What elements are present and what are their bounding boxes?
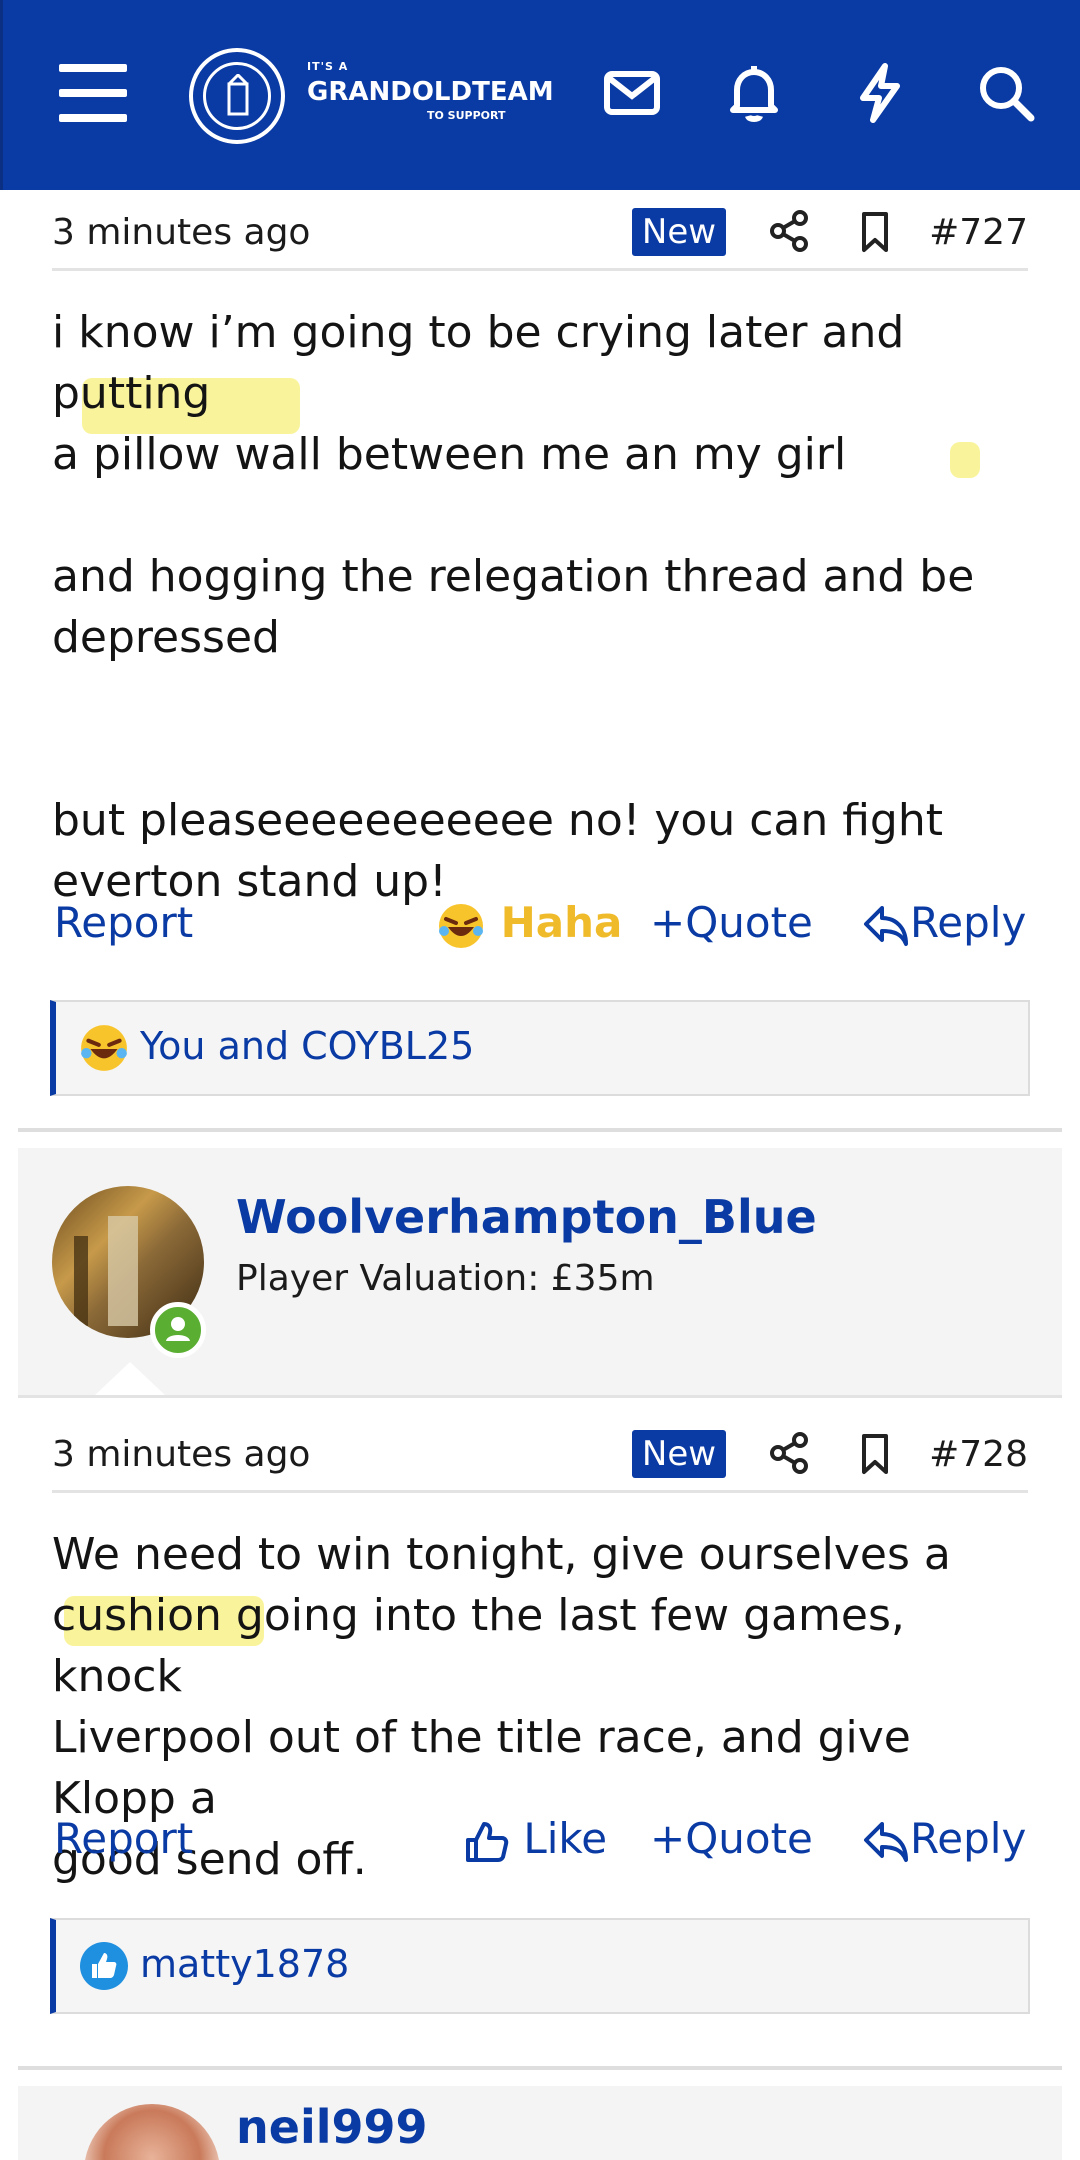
- reply-button[interactable]: Reply: [862, 898, 1026, 948]
- post-actions: Report Like +Quote Reply: [52, 1814, 1028, 1874]
- report-link[interactable]: Report: [54, 898, 193, 947]
- logo-tagline-top: IT'S A: [307, 60, 349, 73]
- new-badge: New: [632, 208, 726, 256]
- post-line: a pillow wall between me an my girl: [52, 429, 847, 480]
- user-info-panel: Woolverhampton_Blue Player Valuation: £3…: [18, 1148, 1062, 1396]
- like-label: Like: [523, 1814, 608, 1863]
- bookmark-icon[interactable]: [852, 208, 898, 254]
- post-line: depressed: [52, 612, 280, 663]
- search-icon[interactable]: [973, 60, 1039, 126]
- post-actions: Report Haha +Quote Reply: [52, 898, 1028, 958]
- reply-icon: [864, 905, 908, 946]
- meta-separator: [52, 1490, 1028, 1493]
- laughing-emoji-icon: [439, 903, 483, 948]
- avatar[interactable]: [84, 2104, 220, 2160]
- post-author-name[interactable]: Woolverhampton_Blue: [236, 1190, 817, 1244]
- haha-label: Haha: [500, 898, 623, 947]
- post-line: Liverpool out of the title race, and giv…: [52, 1712, 911, 1824]
- reactions-summary[interactable]: matty1878: [50, 1918, 1030, 2014]
- reply-icon: [864, 1821, 908, 1862]
- quote-button[interactable]: +Quote: [650, 898, 813, 947]
- bolt-icon[interactable]: [847, 60, 913, 126]
- post-body: i know i’m going to be crying later and …: [52, 302, 1042, 912]
- like-button[interactable]: Like: [462, 1814, 607, 1866]
- share-icon[interactable]: [766, 208, 812, 254]
- post-divider: [18, 1128, 1062, 1132]
- post-author-name[interactable]: neil999: [236, 2100, 428, 2154]
- user-info-panel: neil999: [18, 2086, 1062, 2160]
- reply-label: Reply: [910, 898, 1027, 947]
- site-logo-text[interactable]: IT'S A GRANDOLDTEAM TO SUPPORT: [307, 60, 554, 122]
- post-line: cushion going into the last few games, k…: [52, 1590, 905, 1702]
- post-number[interactable]: #728: [929, 1434, 1028, 1475]
- reactions-users[interactable]: matty1878: [140, 1942, 349, 1986]
- new-badge: New: [632, 1430, 726, 1478]
- mail-icon[interactable]: [599, 60, 665, 126]
- post-line: i know i’m going to be crying later and …: [52, 307, 905, 419]
- bookmark-icon[interactable]: [852, 1430, 898, 1476]
- like-reaction-icon: [80, 1942, 128, 1990]
- post-number[interactable]: #727: [929, 212, 1028, 253]
- reply-button[interactable]: Reply: [862, 1814, 1026, 1864]
- laughing-emoji-icon: [81, 1025, 127, 1071]
- reactions-users[interactable]: You and COYBL25: [140, 1024, 474, 1068]
- menu-icon[interactable]: [59, 64, 127, 122]
- logo-wordmark: GRANDOLDTEAM: [307, 77, 554, 107]
- post-timestamp[interactable]: 3 minutes ago: [52, 1434, 310, 1475]
- bell-icon[interactable]: [721, 60, 787, 126]
- share-icon[interactable]: [766, 1430, 812, 1476]
- user-title: Player Valuation: £35m: [236, 1258, 655, 1299]
- meta-separator: [52, 268, 1028, 271]
- message-caret: [94, 1362, 166, 1396]
- online-status-icon: [150, 1302, 206, 1358]
- quote-button[interactable]: +Quote: [650, 1814, 813, 1863]
- post-meta: 3 minutes ago New #727: [52, 208, 1028, 256]
- plus-icon: +: [650, 1814, 686, 1863]
- post-line: and hogging the relegation thread and be: [52, 551, 975, 602]
- reactions-summary[interactable]: You and COYBL25: [50, 1000, 1030, 1096]
- quote-label: Quote: [685, 1814, 813, 1863]
- post-divider: [18, 2066, 1062, 2070]
- logo-tagline-bottom: TO SUPPORT: [427, 109, 506, 122]
- plus-icon: +: [650, 898, 686, 947]
- thumbs-up-icon: [466, 1821, 509, 1862]
- site-logo-badge[interactable]: [189, 48, 285, 144]
- post-line: but pleaseeeeeeeeeee no! you can fight: [52, 795, 943, 846]
- panel-border: [18, 1395, 1062, 1398]
- top-navigation-bar: IT'S A GRANDOLDTEAM TO SUPPORT: [0, 0, 1080, 190]
- haha-reaction-button[interactable]: Haha: [436, 898, 622, 951]
- reply-label: Reply: [910, 1814, 1027, 1863]
- quote-label: Quote: [685, 898, 813, 947]
- report-link[interactable]: Report: [54, 1814, 193, 1863]
- post-line: We need to win tonight, give ourselves a: [52, 1529, 951, 1580]
- post-timestamp[interactable]: 3 minutes ago: [52, 212, 310, 253]
- post-meta: 3 minutes ago New #728: [52, 1430, 1028, 1478]
